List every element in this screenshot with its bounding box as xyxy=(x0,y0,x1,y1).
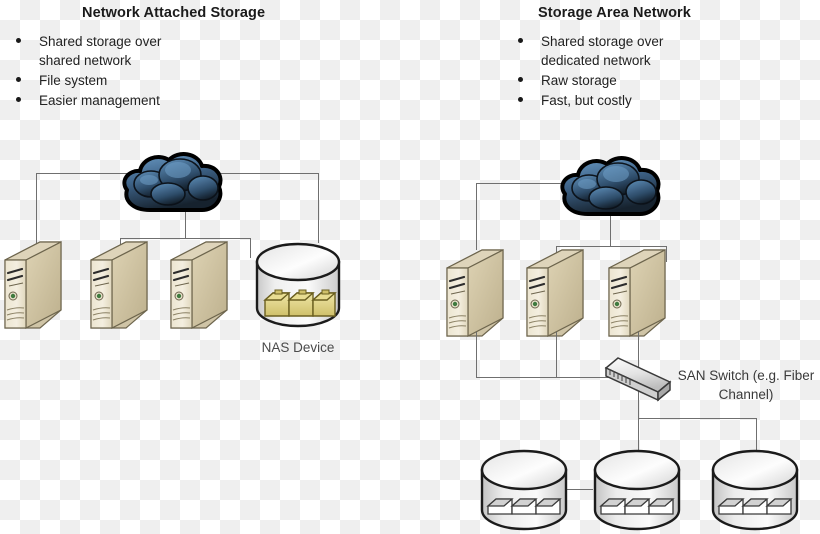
server-tower-icon xyxy=(2,240,64,332)
nas-bullet-list: Shared storage over shared network File … xyxy=(14,32,229,111)
bullet-dot xyxy=(518,97,523,102)
diagram-canvas: Network Attached Storage Shared storage … xyxy=(0,0,820,534)
list-item-label: Easier management xyxy=(39,93,160,108)
list-item-label-cont: shared network xyxy=(39,53,132,68)
cloud-icon xyxy=(556,152,664,224)
storage-cylinder-icon xyxy=(478,448,570,534)
network-switch-icon xyxy=(602,352,674,404)
connector-server2-down xyxy=(556,332,557,377)
cloud-icon xyxy=(118,148,226,220)
list-item: Shared storage over dedicated network xyxy=(516,32,736,70)
list-item-label: Shared storage over xyxy=(39,34,162,49)
connector-server1-down xyxy=(476,332,477,377)
list-item-label: Fast, but costly xyxy=(541,93,632,108)
list-item-label: File system xyxy=(39,73,108,88)
list-item: Fast, but costly xyxy=(516,91,736,110)
connector-cloud-bus xyxy=(120,238,251,239)
connector-riser-nas xyxy=(318,173,319,243)
server-tower-icon xyxy=(444,248,506,340)
list-item-label: Shared storage over xyxy=(541,34,664,49)
bullet-dot xyxy=(16,38,21,43)
list-item: Easier management xyxy=(14,91,229,110)
server-tower-icon xyxy=(606,248,668,340)
connector-riser-server3 xyxy=(250,238,251,258)
bullet-dot xyxy=(16,77,21,82)
storage-cylinder-icon xyxy=(709,448,801,534)
san-section-title: Storage Area Network xyxy=(538,5,691,21)
connector-san-cloud-bus xyxy=(556,246,666,247)
san-switch-label-line2: Channel) xyxy=(718,387,774,402)
bullet-dot xyxy=(16,97,21,102)
connector-san-riser-server1 xyxy=(476,183,477,250)
connector-storage-bus xyxy=(638,418,756,419)
nas-section-title: Network Attached Storage xyxy=(82,5,266,21)
server-tower-icon xyxy=(88,240,150,332)
bullet-dot xyxy=(518,77,523,82)
san-bullet-list: Shared storage over dedicated network Ra… xyxy=(516,32,736,111)
bullet-dot xyxy=(518,38,523,43)
connector-riser-server1 xyxy=(36,173,37,245)
list-item: File system xyxy=(14,71,229,90)
nas-cylinder-icon xyxy=(253,242,343,334)
san-switch-label-line1: SAN Switch (e.g. Fiber xyxy=(677,368,815,383)
nas-device-label: NAS Device xyxy=(261,340,335,355)
server-tower-icon xyxy=(168,240,230,332)
list-item-label: Raw storage xyxy=(541,73,617,88)
list-item: Raw storage xyxy=(516,71,736,90)
list-item: Shared storage over shared network xyxy=(14,32,229,70)
san-switch-label: SAN Switch (e.g. Fiber Channel) xyxy=(672,366,820,404)
storage-cylinder-icon xyxy=(591,448,683,534)
server-tower-icon xyxy=(524,248,586,340)
list-item-label-cont: dedicated network xyxy=(541,53,651,68)
